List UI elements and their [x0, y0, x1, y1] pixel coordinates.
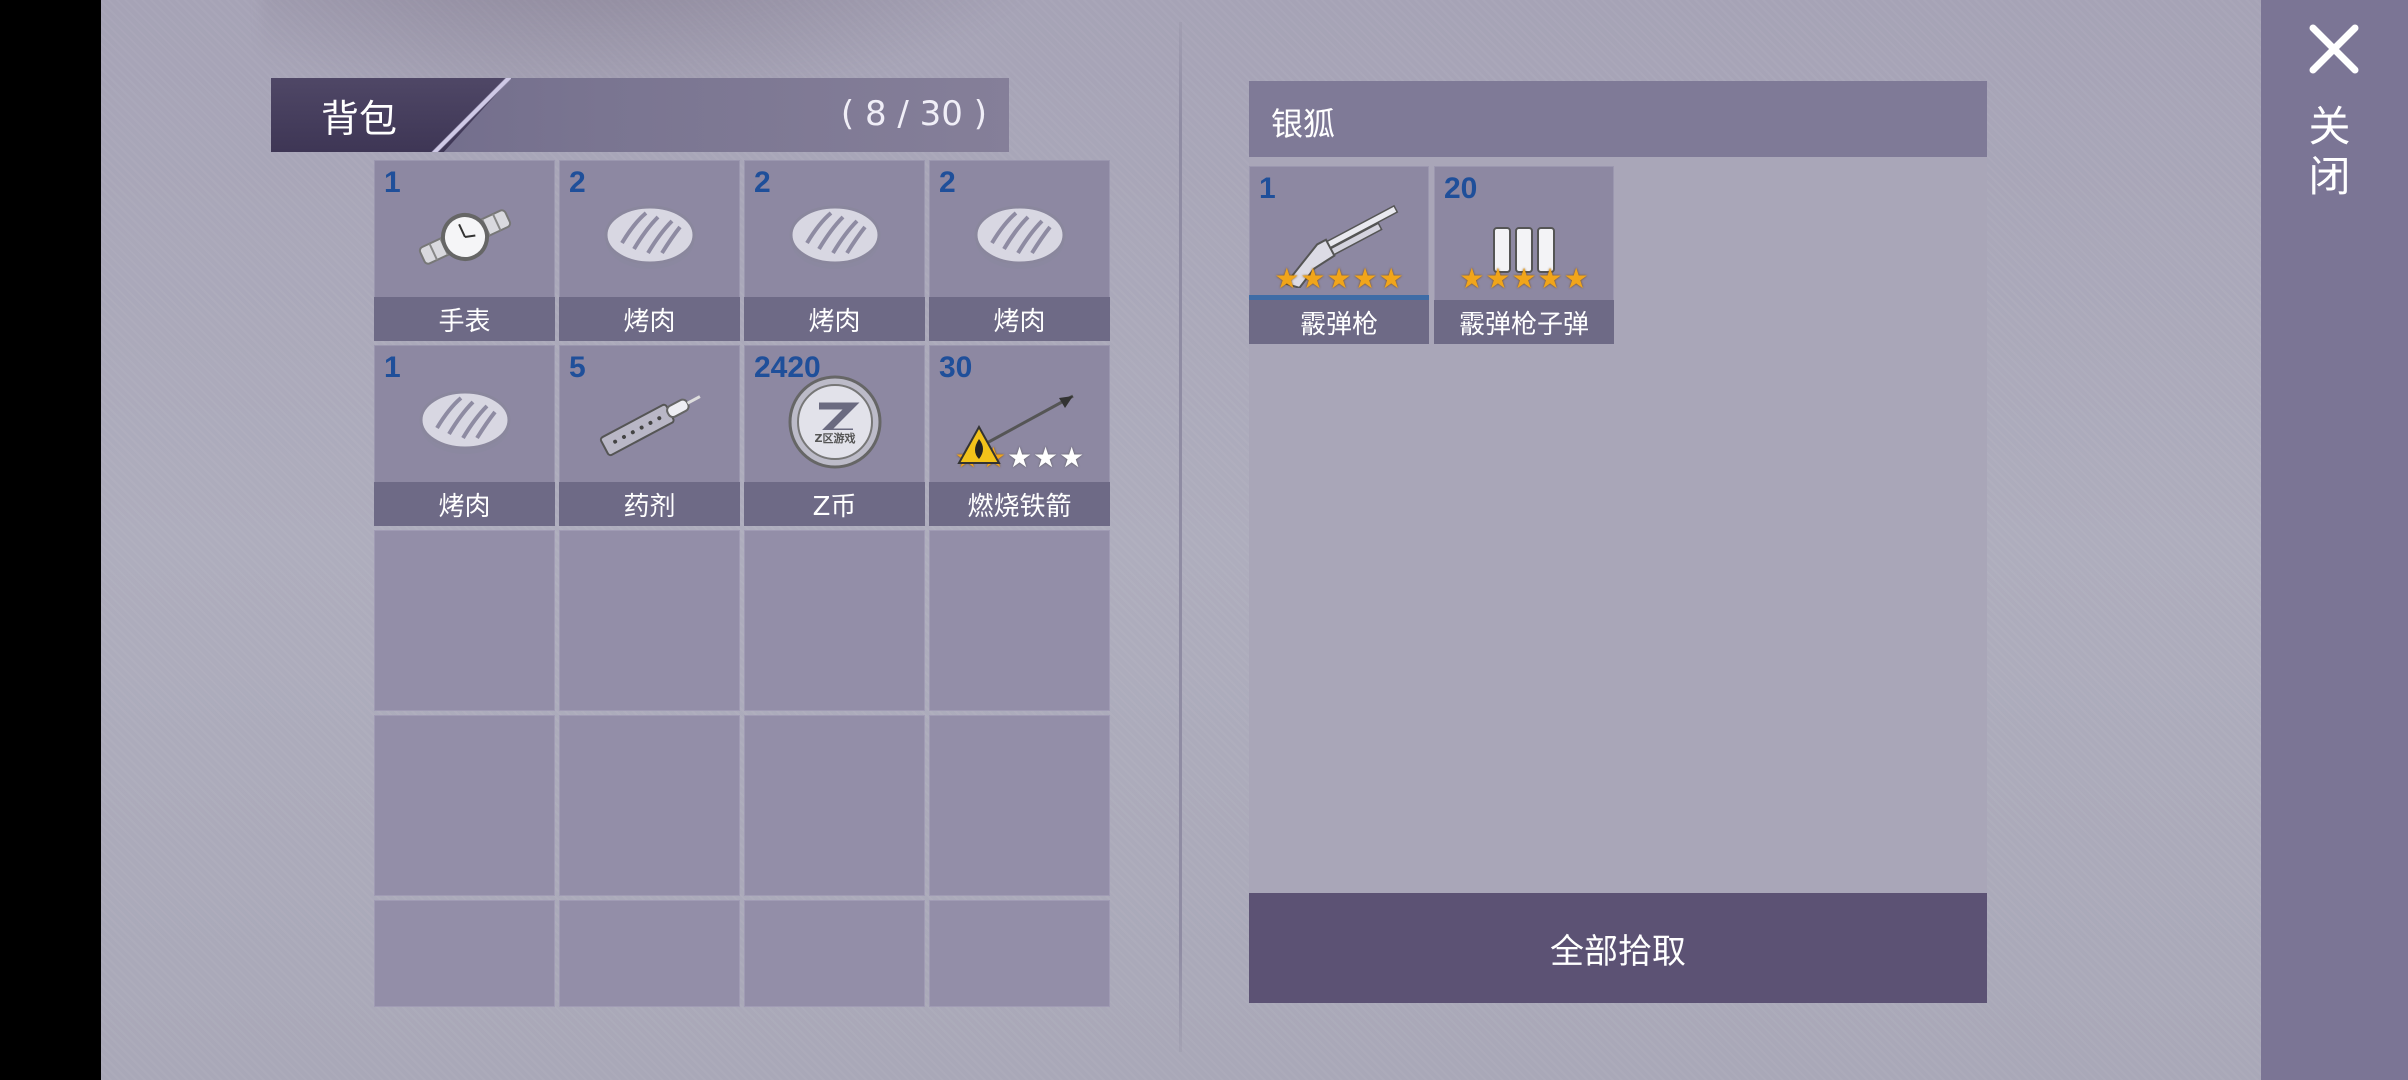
star-icon: ★: [1537, 262, 1563, 295]
star-icon: ★: [1485, 262, 1511, 295]
star-icon: ★: [1378, 262, 1404, 295]
fire-warning-icon: [957, 425, 1001, 464]
item-name: 烤肉: [744, 297, 925, 341]
item-quantity: 1: [384, 166, 401, 199]
empty-slot[interactable]: [374, 900, 555, 1007]
backpack-grid: 1 手表 2 烤肉 2 烤肉 2 烤肉 1 烤肉 5 药剂 2420 Z区游戏 …: [374, 160, 1110, 1007]
star-icon: ★: [1274, 262, 1300, 295]
backpack-slot[interactable]: 30 ★ ★ ★ ★ ★ 燃烧铁箭: [929, 345, 1110, 526]
tab-accent: [431, 78, 511, 152]
loot-slot[interactable]: 20 ★ ★ ★ ★ ★ 霰弹枪子弹: [1434, 166, 1614, 344]
backpack-slot[interactable]: 5 药剂: [559, 345, 740, 526]
item-quantity: 2: [939, 166, 956, 199]
item-name: 烤肉: [929, 297, 1110, 341]
item-quantity: 20: [1444, 172, 1478, 205]
grilled-meat-icon: [929, 178, 1110, 296]
empty-slot[interactable]: [559, 530, 740, 711]
star-icon: ★: [1300, 262, 1326, 295]
backpack-header: 背包 ( 8 / 30 ): [271, 78, 1009, 152]
star-icon: ★: [1352, 262, 1378, 295]
empty-slot[interactable]: [929, 715, 1110, 896]
backpack-slot[interactable]: 2 烤肉: [744, 160, 925, 341]
loot-source-name: 银狐: [1271, 105, 1336, 143]
item-quantity: 1: [1259, 172, 1276, 205]
empty-slot[interactable]: [929, 530, 1110, 711]
close-icon[interactable]: [2307, 22, 2361, 76]
empty-slot[interactable]: [744, 530, 925, 711]
empty-slot[interactable]: [744, 900, 925, 1007]
backpack-slot[interactable]: 2 烤肉: [559, 160, 740, 341]
item-name: 药剂: [559, 482, 740, 526]
rarity-stars: ★ ★ ★ ★ ★: [1249, 262, 1429, 295]
empty-slot[interactable]: [374, 530, 555, 711]
backpack-slot[interactable]: 1 手表: [374, 160, 555, 341]
item-name: 霰弹枪: [1249, 300, 1429, 344]
item-name: 燃烧铁箭: [929, 482, 1110, 526]
backpack-title: 背包: [321, 97, 398, 141]
grilled-meat-icon: [374, 363, 555, 481]
backpack-slot[interactable]: 1 烤肉: [374, 345, 555, 526]
empty-slot[interactable]: [559, 715, 740, 896]
star-icon: ★: [1326, 262, 1352, 295]
panel-divider: [1179, 22, 1182, 1052]
item-quantity: 5: [569, 351, 586, 384]
item-quantity: 2: [569, 166, 586, 199]
star-icon: ★: [1563, 262, 1589, 295]
item-quantity: 1: [384, 351, 401, 384]
backpack-slot[interactable]: 2 烤肉: [929, 160, 1110, 341]
star-icon: ★: [1459, 262, 1485, 295]
loot-header: 银狐: [1249, 81, 1987, 157]
item-name: 霰弹枪子弹: [1434, 300, 1614, 344]
item-name: Z币: [744, 482, 925, 526]
star-icon: ★: [1059, 441, 1085, 474]
star-icon: ★: [1006, 441, 1033, 474]
item-name: 手表: [374, 297, 555, 341]
empty-slot[interactable]: [559, 900, 740, 1007]
item-quantity: 2420: [754, 351, 821, 384]
backpack-capacity: ( 8 / 30 ): [840, 94, 987, 134]
loot-grid: 1 ★ ★ ★ ★ ★ 霰弹枪 20 ★ ★ ★ ★ ★ 霰弹枪子弹: [1249, 166, 1649, 344]
pick-all-button[interactable]: 全部拾取: [1249, 893, 1987, 1003]
loot-slot[interactable]: 1 ★ ★ ★ ★ ★ 霰弹枪: [1249, 166, 1429, 344]
close-label[interactable]: 关闭: [2302, 104, 2357, 204]
star-icon: ★: [1511, 262, 1537, 295]
empty-slot[interactable]: [744, 715, 925, 896]
watch-icon: [374, 178, 555, 296]
item-name: 烤肉: [374, 482, 555, 526]
coin-engraving: Z区游戏: [814, 431, 855, 445]
grilled-meat-icon: [744, 178, 925, 296]
star-icon: ★: [1033, 441, 1059, 474]
empty-slot[interactable]: [374, 715, 555, 896]
item-name: 烤肉: [559, 297, 740, 341]
rarity-stars: ★ ★ ★ ★ ★: [1434, 262, 1614, 295]
item-quantity: 30: [939, 351, 973, 384]
backpack-slot[interactable]: 2420 Z区游戏 Z币: [744, 345, 925, 526]
empty-slot[interactable]: [929, 900, 1110, 1007]
grilled-meat-icon: [559, 178, 740, 296]
syringe-icon: [559, 363, 740, 481]
item-quantity: 2: [754, 166, 771, 199]
close-sidebar[interactable]: 关闭: [2261, 0, 2408, 1080]
